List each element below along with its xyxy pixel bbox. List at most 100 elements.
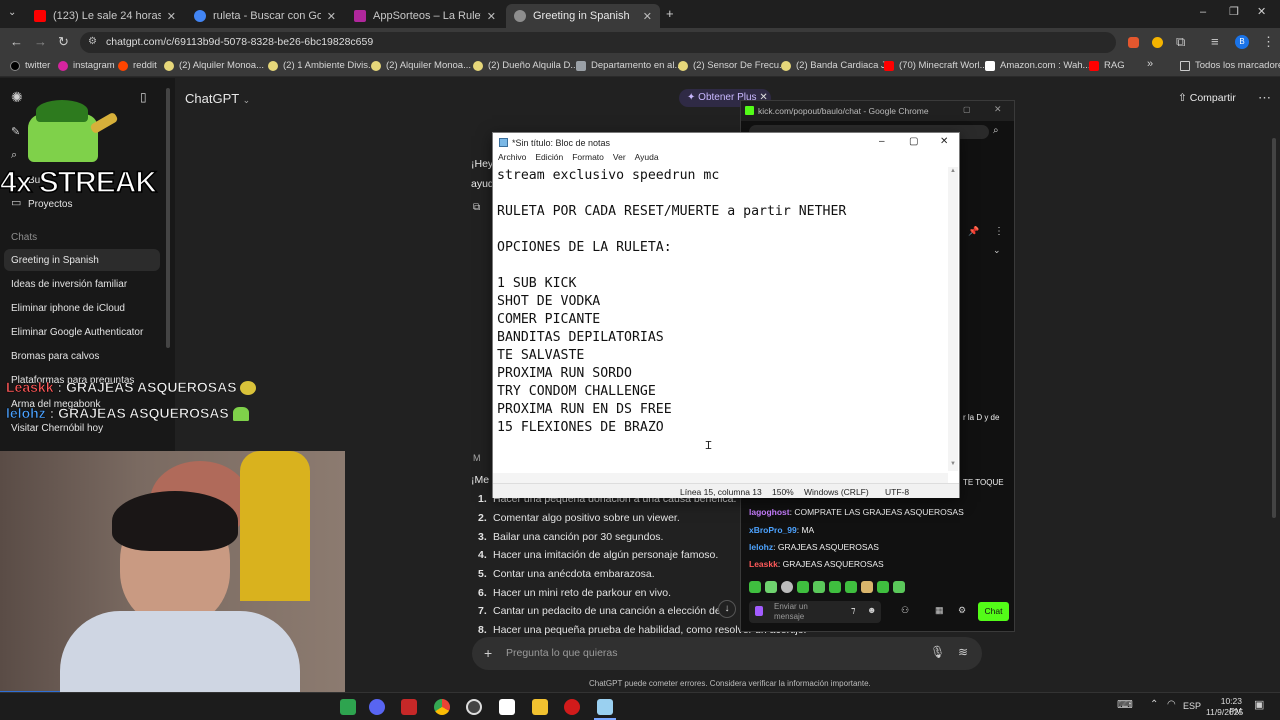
sidebar-scrollbar[interactable] (166, 88, 170, 348)
obs-icon[interactable] (466, 699, 482, 715)
app-icon[interactable] (499, 699, 515, 715)
extensions-puzzle-icon[interactable]: ⧉ (1176, 35, 1185, 48)
sidebar-chat-item[interactable]: Greeting in Spanish (11, 255, 99, 266)
projects-label[interactable]: Proyectos (28, 199, 72, 210)
keyboard-icon[interactable]: ⌨ (1117, 700, 1133, 711)
bookmark-item[interactable]: instagram (58, 60, 115, 71)
reload-icon[interactable]: ↻ (58, 35, 69, 48)
tab-youtube[interactable]: (123) Le sale 24 horas a Spreen ✕ (26, 4, 184, 28)
chat-username[interactable]: xBroPro_99 (749, 525, 797, 535)
bookmark-item[interactable]: (2) Alquiler Monoa... (164, 60, 264, 71)
opera-icon[interactable] (564, 699, 580, 715)
more-options-icon[interactable]: ⋯ (1258, 91, 1271, 104)
sidebar-chat-item[interactable]: Eliminar iphone de iCloud (11, 303, 125, 314)
composer-input[interactable]: Pregunta lo que quieras (506, 647, 618, 659)
close-window-icon[interactable]: ✕ (994, 104, 1002, 115)
emote-icon[interactable] (781, 581, 793, 593)
bookmark-item[interactable]: reddit (118, 60, 157, 71)
chat-username[interactable]: lagoghost (749, 507, 790, 517)
close-icon[interactable]: ✕ (327, 10, 336, 23)
menu-kebab-icon[interactable]: ⋮ (1262, 35, 1275, 48)
close-window-icon[interactable]: ✕ (1257, 7, 1266, 18)
scroll-down-icon[interactable]: ↓ (718, 600, 736, 618)
menu-file[interactable]: Archivo (498, 152, 526, 162)
app-icon[interactable] (340, 699, 356, 715)
all-bookmarks[interactable]: Todos los marcadores (1180, 60, 1280, 71)
url-bar[interactable]: ⚙ chatgpt.com/c/69113b9d-5078-8328-be26-… (80, 32, 1116, 53)
more-bookmarks-icon[interactable]: » (1147, 59, 1153, 70)
emote-icon[interactable] (877, 581, 889, 593)
bookmark-item[interactable]: Amazon.com : Wah... (985, 60, 1090, 71)
bookmark-item[interactable]: RAG (1089, 60, 1125, 71)
emote-icon[interactable] (749, 581, 761, 593)
extension-icon[interactable] (1152, 37, 1163, 48)
tab-google[interactable]: ruleta - Buscar con Google ✕ (186, 4, 344, 28)
sidebar-chat-item[interactable]: Visitar Chernóbil hoy (11, 423, 103, 434)
restore-icon[interactable]: ❐ (1229, 7, 1239, 18)
chevron-down-icon[interactable]: ⌄ (993, 246, 1001, 255)
microphone-icon[interactable] (755, 606, 763, 616)
voice-mode-icon[interactable]: ≋ (958, 646, 968, 658)
share-button[interactable]: ⇧ Compartir (1178, 92, 1236, 104)
emoji-icon[interactable]: ☻ (867, 606, 876, 615)
chat-username[interactable]: lelohz (749, 542, 773, 552)
gift-icon[interactable]: ▦ (935, 606, 944, 615)
notepad-text-area[interactable]: stream exclusivo speedrun mc RULETA POR … (497, 167, 947, 473)
emote-icon[interactable] (797, 581, 809, 593)
emote-icon[interactable] (893, 581, 905, 593)
bookmark-item[interactable]: (70) Minecraft Worl... (884, 60, 988, 71)
emote-icon[interactable] (861, 581, 873, 593)
chat-username[interactable]: Leaskk (749, 559, 778, 569)
more-options-icon[interactable]: ⋮ (994, 227, 1004, 237)
command-icon[interactable]: ⁊ (851, 606, 855, 615)
menu-help[interactable]: Ayuda (635, 152, 659, 162)
menu-edit[interactable]: Edición (535, 152, 563, 162)
sidebar-chat-item[interactable]: Bromas para calvos (11, 351, 99, 362)
main-scrollbar[interactable] (1272, 138, 1276, 518)
minimize-icon[interactable]: – (1200, 7, 1206, 18)
bookmark-item[interactable]: twitter (10, 60, 50, 71)
chat-input[interactable]: Enviar un mensaje ⁊ ☻ (749, 601, 881, 623)
horizontal-scrollbar[interactable] (493, 473, 948, 483)
bookmark-item[interactable]: (2) Dueño Alquila D... (473, 60, 578, 71)
tab-chatgpt[interactable]: Greeting in Spanish ✕ (506, 4, 660, 28)
close-icon[interactable]: ✕ (643, 10, 652, 23)
language-indicator[interactable]: ESP (1183, 701, 1201, 711)
openai-logo-icon[interactable]: ✺ (11, 90, 23, 104)
sidebar-chat-item[interactable]: Ideas de inversión familiar (11, 279, 127, 290)
chrome-icon[interactable] (434, 699, 450, 715)
search-icon[interactable]: ⌕ (993, 126, 999, 136)
bookmark-item[interactable]: (2) Alquiler Monoa... (371, 60, 471, 71)
maximize-icon[interactable]: ▢ (909, 136, 918, 147)
wifi-icon[interactable]: ◠ (1167, 700, 1176, 710)
voicemod-icon[interactable] (401, 699, 417, 715)
settings-gear-icon[interactable]: ⚙ (958, 606, 966, 615)
model-selector[interactable]: ChatGPT ⌄ (185, 91, 250, 106)
profile-avatar[interactable]: B (1235, 35, 1249, 49)
site-info-icon[interactable]: ⚙ (88, 36, 97, 47)
sidebar-chat-item[interactable]: Eliminar Google Authenticator (11, 327, 143, 338)
close-icon[interactable]: ✕ (487, 10, 496, 23)
emote-icon[interactable] (765, 581, 777, 593)
discord-icon[interactable] (369, 699, 385, 715)
file-explorer-icon[interactable] (532, 699, 548, 715)
minimize-icon[interactable]: – (879, 136, 885, 147)
close-window-icon[interactable]: ✕ (940, 136, 948, 147)
back-icon[interactable]: ← (10, 35, 23, 48)
close-icon[interactable]: ✕ (167, 10, 176, 23)
reading-list-icon[interactable]: ≡ (1211, 35, 1219, 48)
pin-icon[interactable]: 📌 (968, 227, 979, 236)
notepad-icon[interactable] (597, 699, 613, 715)
bookmark-item[interactable]: (2) Banda Cardiaca J... (781, 60, 894, 71)
microphone-icon[interactable]: 🎙 (930, 646, 945, 658)
tab-search-icon[interactable]: ⌄ (8, 8, 16, 18)
forward-icon[interactable]: → (34, 35, 47, 48)
menu-view[interactable]: Ver (613, 152, 626, 162)
menu-format[interactable]: Formato (572, 152, 604, 162)
new-tab-icon[interactable]: + (666, 7, 674, 20)
tray-chevron-icon[interactable]: ⌃ (1150, 700, 1158, 710)
clock-date[interactable]: 11/9/2025 (1206, 707, 1243, 717)
bookmark-item[interactable]: (2) Sensor De Frecu... (678, 60, 787, 71)
notification-bell-icon[interactable]: ▣ (1254, 700, 1264, 711)
maximize-icon[interactable]: ▢ (963, 105, 971, 114)
